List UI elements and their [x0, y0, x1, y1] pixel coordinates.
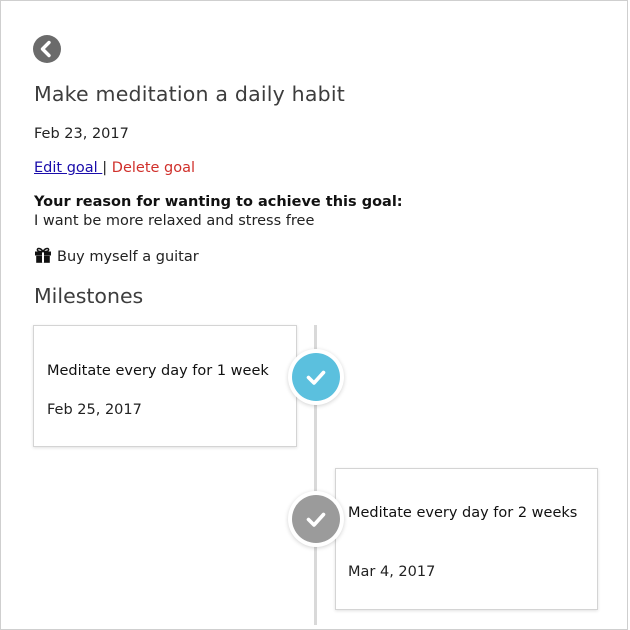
chevron-left-icon: [40, 40, 51, 58]
reason-label: Your reason for wanting to achieve this …: [34, 194, 403, 210]
milestone-date: Feb 25, 2017: [47, 402, 142, 418]
milestone-status-node[interactable]: [288, 491, 344, 547]
milestone-title: Meditate every day for 2 weeks: [348, 505, 578, 521]
reward-text: Buy myself a guitar: [57, 249, 199, 265]
milestone-status-node[interactable]: [288, 349, 344, 405]
reward: Buy myself a guitar: [34, 247, 199, 267]
goal-actions: Edit goal | Delete goal: [34, 160, 195, 176]
milestones-heading: Milestones: [34, 284, 144, 308]
check-icon: [306, 370, 326, 385]
gift-icon: [34, 247, 52, 267]
back-button[interactable]: [33, 35, 61, 63]
milestone-date: Mar 4, 2017: [348, 564, 436, 580]
edit-goal-link[interactable]: Edit goal: [34, 160, 102, 176]
milestone-title: Meditate every day for 1 week: [47, 363, 269, 379]
goal-title: Make meditation a daily habit: [34, 82, 345, 106]
reason-text: I want be more relaxed and stress free: [34, 213, 315, 229]
milestone-card[interactable]: Meditate every day for 2 weeks Mar 4, 20…: [335, 468, 598, 610]
milestone-card[interactable]: Meditate every day for 1 week Feb 25, 20…: [33, 325, 297, 447]
delete-goal-link[interactable]: Delete goal: [107, 160, 195, 176]
check-icon: [306, 512, 326, 527]
goal-date: Feb 23, 2017: [34, 126, 129, 142]
